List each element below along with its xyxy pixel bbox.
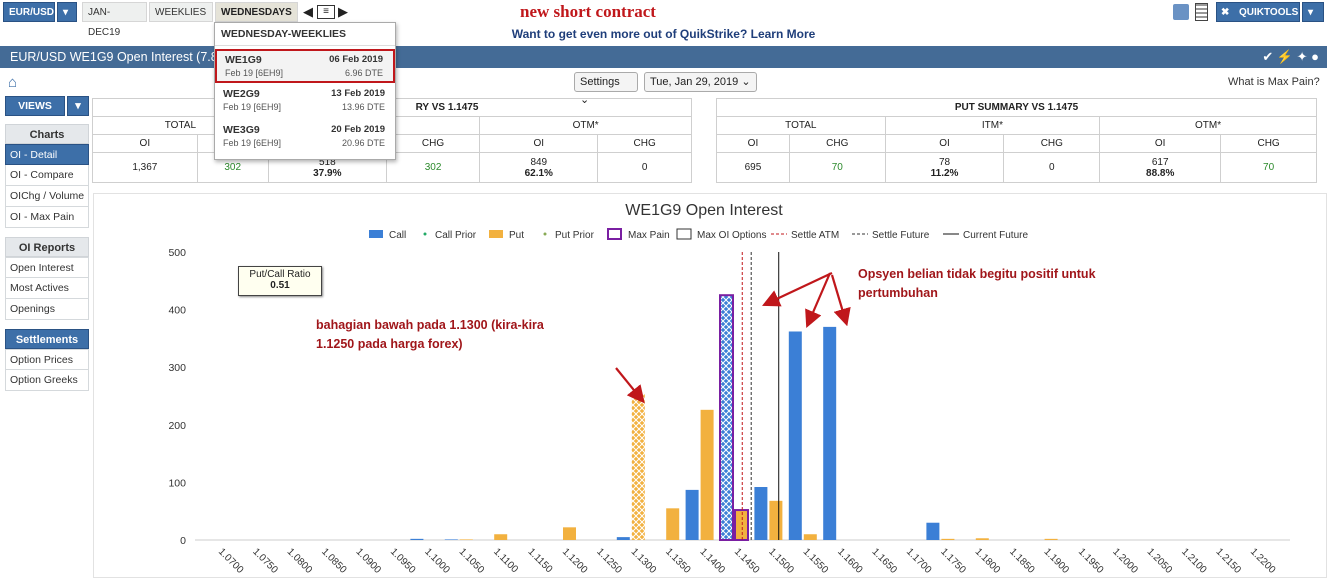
contract-date: 06 Feb 2019 [329, 54, 383, 65]
put-bar [631, 394, 645, 540]
put-bar [1044, 538, 1058, 540]
contract-date: 20 Feb 2019 [331, 124, 385, 135]
x-tick-label: 1.0900 [353, 546, 383, 576]
y-tick-label: 300 [168, 362, 186, 374]
y-tick-label: 200 [168, 420, 186, 432]
call-bar [754, 487, 768, 540]
put-bar [941, 538, 955, 540]
contract-dte: 6.96 DTE [344, 68, 383, 78]
contract-option-we1g9[interactable]: WE1G9 06 Feb 2019 Feb 19 [6EH9] 6.96 DTE [215, 49, 395, 83]
x-tick-label: 1.1750 [938, 546, 968, 576]
x-tick-label: 1.2050 [1145, 546, 1175, 576]
legend-label: Put [509, 230, 524, 241]
annotation-arrow [762, 272, 833, 307]
x-tick-label: 1.0950 [388, 546, 418, 576]
annotation-bottom-support: bahagian bawah pada 1.1300 (kira-kira 1.… [316, 316, 556, 354]
call-bar [410, 538, 424, 540]
x-tick-label: 1.1900 [1041, 546, 1071, 576]
contract-dte: 13.96 DTE [341, 102, 385, 112]
x-tick-label: 1.2150 [1213, 546, 1243, 576]
legend-label: Current Future [963, 230, 1028, 241]
y-tick-label: 500 [168, 247, 186, 259]
x-tick-label: 1.1150 [525, 546, 554, 575]
x-tick-label: 1.1500 [766, 546, 796, 576]
annotation-call-options: Opsyen belian tidak begitu positif untuk… [858, 265, 1148, 303]
x-tick-label: 1.1400 [697, 546, 727, 576]
chart-title: WE1G9 Open Interest [625, 202, 783, 219]
call-bar [823, 326, 837, 540]
legend-label: Call Prior [435, 230, 477, 241]
x-tick-label: 1.1650 [869, 546, 899, 576]
annotation-arrow [615, 367, 645, 404]
annotation-arrow [830, 274, 851, 327]
x-tick-label: 1.1550 [801, 546, 831, 576]
x-tick-label: 1.1200 [560, 546, 590, 576]
x-tick-label: 1.1950 [1076, 546, 1106, 576]
annotation-arrow [805, 272, 832, 329]
put-bar [734, 509, 749, 542]
x-tick-label: 1.0850 [319, 546, 349, 576]
put-bar [459, 539, 473, 540]
put-bar [666, 508, 680, 540]
contract-option-we3g9[interactable]: WE3G9 20 Feb 2019 Feb 19 [6EH9] 20.96 DT… [215, 121, 395, 155]
x-tick-label: 1.1600 [835, 546, 865, 576]
x-tick-label: 1.0750 [250, 546, 280, 576]
put-bar [975, 538, 989, 540]
contract-option-we2g9[interactable]: WE2G9 13 Feb 2019 Feb 19 [6EH9] 13.96 DT… [215, 85, 395, 119]
x-tick-label: 1.1350 [663, 546, 693, 576]
y-tick-label: 0 [180, 535, 186, 547]
put-bar [700, 409, 714, 540]
dropdown-title: WEDNESDAY-WEEKLIES [215, 23, 395, 46]
x-tick-label: 1.1850 [1007, 546, 1037, 576]
x-tick-label: 1.1100 [491, 546, 520, 575]
x-tick-label: 1.1000 [422, 546, 452, 576]
contract-dte: 20.96 DTE [341, 138, 385, 148]
x-tick-label: 1.1800 [973, 546, 1003, 576]
put-call-ratio-value: 0.51 [270, 280, 290, 291]
legend-label: Max OI Options [697, 230, 766, 241]
contract-dropdown: WEDNESDAY-WEEKLIES WE1G9 06 Feb 2019 Feb… [214, 22, 396, 160]
x-tick-label: 1.1700 [904, 546, 934, 576]
legend-swatch [607, 228, 622, 240]
legend-label: Settle Future [872, 230, 930, 241]
call-bar [719, 294, 734, 542]
legend-swatch [369, 230, 383, 238]
call-bar [788, 331, 802, 540]
legend-swatch [489, 230, 503, 238]
put-call-ratio-box: Put/Call Ratio 0.51 [238, 266, 322, 296]
x-tick-label: 1.1250 [594, 546, 624, 576]
legend-swatch [676, 228, 692, 240]
x-tick-label: 1.2200 [1248, 546, 1278, 576]
legend-label: Put Prior [555, 230, 595, 241]
call-bar [926, 522, 940, 540]
legend-label: Call [389, 230, 406, 241]
y-tick-label: 100 [168, 477, 186, 489]
x-tick-label: 1.2000 [1110, 546, 1140, 576]
x-tick-label: 1.0800 [285, 546, 315, 576]
y-tick-label: 400 [168, 305, 186, 317]
put-bar [563, 527, 576, 540]
legend-label: Settle ATM [791, 230, 839, 241]
x-tick-label: 1.0700 [216, 546, 246, 576]
call-bar [444, 539, 458, 540]
call-bar [685, 489, 699, 540]
x-tick-label: 1.1050 [457, 546, 487, 576]
put-call-ratio-label: Put/Call Ratio [249, 269, 311, 280]
x-tick-label: 1.1300 [629, 546, 659, 576]
legend-label: Max Pain [628, 230, 670, 241]
x-tick-label: 1.1450 [732, 546, 762, 576]
put-bar [494, 534, 508, 540]
put-bar [769, 500, 783, 540]
legend-swatch [423, 232, 427, 236]
chart-legend: Call Call Prior Put Put Prior Max Pain Max OI… [369, 228, 1028, 241]
put-bar [803, 534, 817, 540]
contract-date: 13 Feb 2019 [331, 88, 385, 99]
x-tick-label: 1.2100 [1179, 546, 1209, 576]
legend-swatch [543, 232, 547, 236]
call-bar [616, 537, 630, 540]
